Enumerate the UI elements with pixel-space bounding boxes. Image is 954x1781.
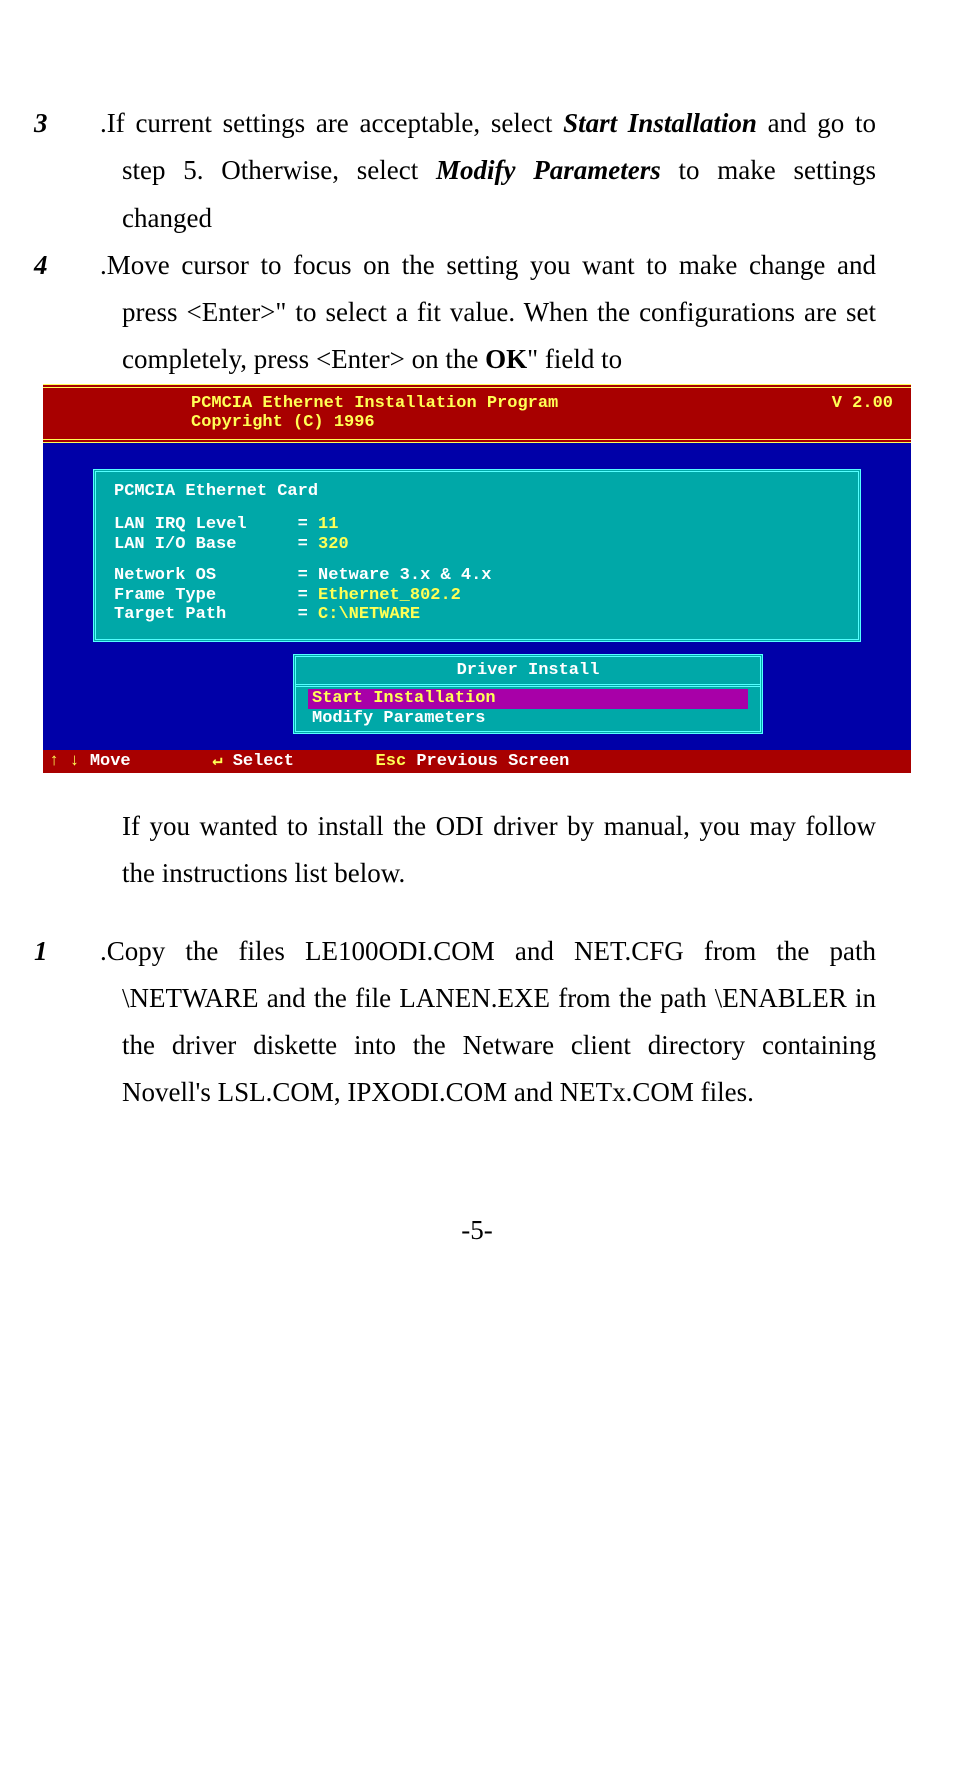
step-4-bold-1: OK: [485, 344, 527, 374]
terminal-header: PCMCIA Ethernet Installation Program V 2…: [43, 384, 911, 443]
setting-label: Network OS =: [114, 566, 318, 585]
terminal-body: PCMCIA Ethernet Card LAN IRQ Level = 11L…: [43, 443, 911, 750]
setting-row[interactable]: Target Path = C:\NETWARE: [114, 605, 840, 625]
program-version: V 2.00: [832, 394, 893, 414]
setting-value: Netware 3.x & 4.x: [318, 566, 491, 585]
terminal-title: PCMCIA Ethernet Installation Program V 2…: [61, 394, 893, 433]
manual-install-intro: If you wanted to install the ODI driver …: [78, 803, 876, 898]
driver-install-panel: Driver Install Start InstallationModify …: [293, 654, 763, 734]
terminal-window: PCMCIA Ethernet Installation Program V 2…: [43, 384, 911, 774]
footer-previous: Previous Screen: [416, 752, 569, 771]
ethernet-card-panel: PCMCIA Ethernet Card LAN IRQ Level = 11L…: [93, 469, 861, 642]
terminal-footer: ↑ ↓ Move ↵ Select Esc Previous Screen: [43, 750, 911, 774]
footer-esc: Esc: [376, 752, 407, 771]
manual-step-1-number: 1: [78, 928, 100, 975]
panel-title: PCMCIA Ethernet Card: [114, 482, 840, 502]
step-3-number: 3: [78, 100, 100, 147]
enter-icon: ↵: [212, 752, 222, 771]
manual-step-1-text: .Copy the files LE100ODI.COM and NET.CFG…: [100, 936, 876, 1108]
driver-menu-item[interactable]: Start Installation: [308, 689, 748, 709]
setting-value: C:\NETWARE: [318, 605, 420, 624]
setting-label: Target Path =: [114, 605, 318, 624]
driver-install-title: Driver Install: [296, 657, 760, 688]
manual-step-1: 1.Copy the files LE100ODI.COM and NET.CF…: [78, 928, 876, 1117]
program-title: PCMCIA Ethernet Installation Program: [61, 394, 558, 414]
setting-value: 11: [318, 515, 338, 534]
step-3-bold-1: Start Installation: [563, 108, 757, 138]
setting-label: LAN I/O Base =: [114, 535, 318, 554]
step-4-text-2: " field to: [527, 344, 622, 374]
setting-label: LAN IRQ Level =: [114, 515, 318, 534]
setting-row[interactable]: LAN IRQ Level = 11: [114, 515, 840, 535]
setting-row[interactable]: Frame Type = Ethernet_802.2: [114, 586, 840, 606]
setting-value: 320: [318, 535, 349, 554]
setting-row[interactable]: Network OS = Netware 3.x & 4.x: [114, 566, 840, 586]
step-3-text-1: .If current settings are acceptable, sel…: [100, 108, 563, 138]
footer-select: Select: [233, 752, 294, 771]
copyright-line: Copyright (C) 1996: [61, 413, 893, 433]
setting-label: Frame Type =: [114, 586, 318, 605]
page-number: -5-: [78, 1207, 876, 1254]
step-4: 4.Move cursor to focus on the setting yo…: [78, 242, 876, 384]
step-3-bold-2: Modify Parameters: [436, 155, 661, 185]
footer-move: Move: [90, 752, 131, 771]
driver-menu-item[interactable]: Modify Parameters: [308, 709, 748, 729]
up-arrow-icon: ↑: [49, 752, 59, 771]
setting-row[interactable]: LAN I/O Base = 320: [114, 535, 840, 555]
setting-value: Ethernet_802.2: [318, 586, 461, 605]
step-3: 3.If current settings are acceptable, se…: [78, 100, 876, 242]
step-4-number: 4: [78, 242, 100, 289]
down-arrow-icon: ↓: [69, 752, 79, 771]
